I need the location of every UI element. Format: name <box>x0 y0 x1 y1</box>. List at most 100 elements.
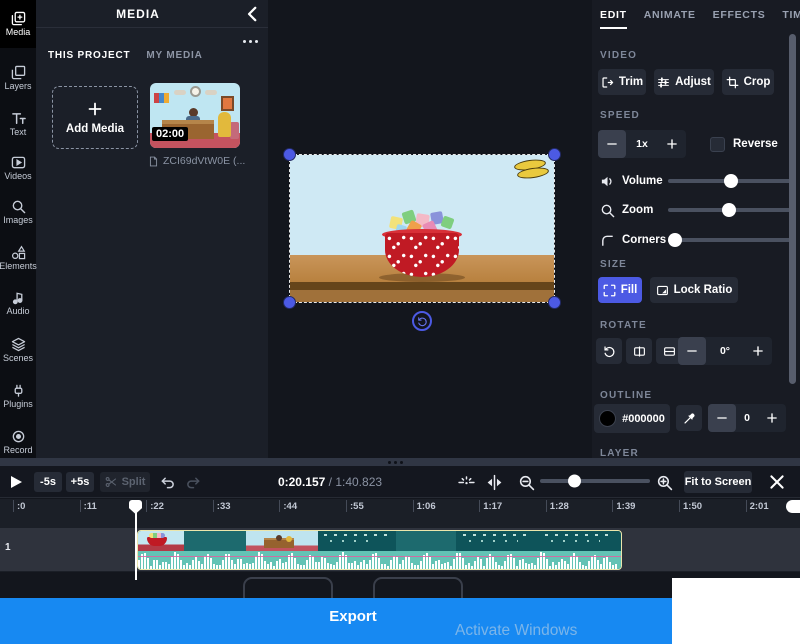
corners-label: Corners <box>622 234 668 246</box>
sidebar-item-layers[interactable]: Layers <box>0 56 36 100</box>
media-filename-row[interactable]: ZCI69dVtW0E (... <box>148 155 248 167</box>
rotate-90-button[interactable] <box>596 338 622 364</box>
sidebar-item-audio[interactable]: Audio <box>0 281 36 325</box>
tab-effects[interactable]: EFFECTS <box>713 9 766 29</box>
sidebar-item-text[interactable]: Text <box>0 102 36 146</box>
minus-icon <box>606 138 618 150</box>
media-thumbnail[interactable]: 02:00 <box>150 83 240 148</box>
clip-frame-board <box>184 531 246 551</box>
volume-slider-knob[interactable] <box>724 174 738 188</box>
sidebar-item-media[interactable]: Media <box>0 0 36 48</box>
tab-animate[interactable]: ANIMATE <box>644 9 696 29</box>
fit-to-screen-button[interactable]: Fit to Screen <box>684 471 752 493</box>
white-overlay <box>672 578 800 644</box>
media-panel: MEDIA THIS PROJECT MY MEDIA Add Media 02… <box>36 0 268 458</box>
outline-width-stepper: 0 <box>708 404 786 432</box>
tab-this-project[interactable]: THIS PROJECT <box>48 50 130 61</box>
outline-color-button[interactable]: #000000 <box>594 404 670 433</box>
back-5s-button[interactable]: -5s <box>34 472 62 492</box>
crop-icon <box>726 76 739 89</box>
resize-handle-top-left[interactable] <box>283 148 296 161</box>
add-audio-button[interactable] <box>373 577 463 598</box>
lock-ratio-button[interactable]: Lock Ratio <box>650 277 738 303</box>
video-preview[interactable] <box>290 155 554 302</box>
file-icon <box>148 156 159 167</box>
volume-slider[interactable] <box>668 179 792 183</box>
rotate-decrease-button[interactable] <box>678 337 706 365</box>
resize-handle-top-right[interactable] <box>548 148 561 161</box>
resize-handle-bottom-left[interactable] <box>283 296 296 309</box>
split-preview-icon[interactable] <box>486 474 503 491</box>
close-timeline-icon[interactable] <box>768 473 786 491</box>
outline-decrease-button[interactable] <box>708 404 736 432</box>
trim-icon <box>601 76 614 89</box>
sidebar-item-videos[interactable]: Videos <box>0 146 36 190</box>
play-button[interactable] <box>8 474 24 490</box>
timeline-ruler[interactable]: :0:11:22:33:44:551:061:171:281:391:502:0… <box>0 499 800 514</box>
sidebar-item-plugins[interactable]: Plugins <box>0 374 36 418</box>
split-button[interactable]: Split <box>100 472 150 492</box>
rail-label: Media <box>6 28 31 37</box>
reverse-checkbox[interactable] <box>710 137 725 152</box>
adjust-button[interactable]: Adjust <box>654 69 714 95</box>
section-label-outline: OUTLINE <box>600 390 652 401</box>
panel-resize-handle[interactable] <box>0 458 800 466</box>
resize-handle-bottom-right[interactable] <box>548 296 561 309</box>
corners-icon <box>600 233 615 248</box>
timeline-zoom-knob[interactable] <box>568 475 581 488</box>
rail-label: Audio <box>6 307 29 316</box>
zoom-slider-knob[interactable] <box>722 203 736 217</box>
snap-icon[interactable] <box>458 474 475 491</box>
section-label-size: SIZE <box>600 259 627 270</box>
sidebar-item-elements[interactable]: Elements <box>0 236 36 280</box>
tab-edit[interactable]: EDIT <box>600 9 627 29</box>
rail-label: Layers <box>4 82 31 91</box>
zoom-out-icon[interactable] <box>518 474 535 491</box>
crop-button[interactable]: Crop <box>722 69 774 95</box>
thumb-art <box>230 122 239 139</box>
crop-label: Crop <box>744 76 771 88</box>
trim-button[interactable]: Trim <box>598 69 646 95</box>
zoom-slider[interactable] <box>668 208 792 212</box>
clip-thumbnails <box>138 531 621 551</box>
redo-button[interactable] <box>186 475 201 490</box>
eyedropper-button[interactable] <box>676 405 702 431</box>
add-track-button[interactable] <box>243 577 333 598</box>
more-options-icon[interactable] <box>243 40 258 43</box>
forward-5s-button[interactable]: +5s <box>66 472 94 492</box>
outline-increase-button[interactable] <box>758 404 786 432</box>
rail-label: Text <box>10 128 27 137</box>
track-number: 1 <box>5 542 11 553</box>
drag-dots-icon <box>388 461 403 464</box>
export-button[interactable]: Export <box>0 608 706 625</box>
watermark-logo <box>514 160 548 180</box>
tab-timing[interactable]: TIMING <box>782 9 800 29</box>
undo-button[interactable] <box>160 475 175 490</box>
speed-decrease-button[interactable] <box>598 130 626 158</box>
rail-label: Elements <box>0 262 37 271</box>
timeline-toolbar: -5s +5s Split 0:20.157 / 1:40.823 Fit to… <box>0 466 800 498</box>
rotate-increase-button[interactable] <box>744 337 772 365</box>
timeline-scroll-thumb[interactable] <box>786 500 800 513</box>
zoom-in-icon[interactable] <box>656 474 673 491</box>
timeline-clip[interactable] <box>137 530 622 570</box>
plugins-icon <box>11 383 26 398</box>
sidebar-item-scenes[interactable]: Scenes <box>0 328 36 372</box>
sidebar-item-images[interactable]: Images <box>0 190 36 234</box>
rail-label: Images <box>3 216 33 225</box>
corners-slider-knob[interactable] <box>668 233 682 247</box>
rail-label: Plugins <box>3 400 33 409</box>
fill-button[interactable]: Fill <box>598 277 642 303</box>
tab-my-media[interactable]: MY MEDIA <box>146 50 202 61</box>
canvas-area <box>268 0 592 458</box>
rotate-handle[interactable] <box>412 311 432 331</box>
activate-windows-watermark: Activate Windows <box>455 622 577 640</box>
timeline-zoom-slider[interactable] <box>540 479 650 483</box>
flip-horizontal-button[interactable] <box>626 338 652 364</box>
speed-increase-button[interactable] <box>658 130 686 158</box>
corners-slider[interactable] <box>668 238 792 242</box>
collapse-panel-icon[interactable] <box>244 5 262 23</box>
add-media-button[interactable]: Add Media <box>52 86 138 149</box>
inspector-scrollbar[interactable] <box>789 34 796 384</box>
total-time: 1:40.823 <box>335 475 382 489</box>
